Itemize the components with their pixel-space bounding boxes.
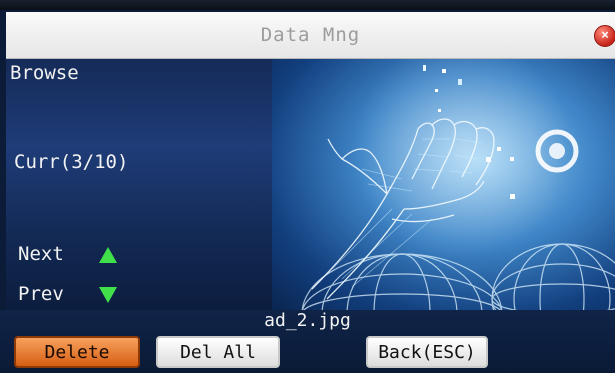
title-bar: Data Mng × (6, 12, 615, 59)
browse-heading: Browse (10, 62, 79, 84)
next-arrow-icon[interactable] (99, 247, 117, 263)
delete-button[interactable]: Delete (14, 336, 140, 368)
device-screen: Data Mng × Browse Curr(3/10) Next Prev a… (0, 0, 615, 373)
wireframe-hand-image (301, 59, 615, 310)
info-panel: Browse Curr(3/10) Next Prev (6, 59, 272, 310)
window-title: Data Mng (260, 24, 361, 46)
close-icon[interactable]: × (594, 25, 615, 47)
filename-label: ad_2.jpg (264, 310, 351, 331)
prev-label: Prev (18, 283, 64, 305)
image-preview (272, 59, 615, 310)
back-button[interactable]: Back(ESC) (366, 336, 488, 368)
next-label: Next (18, 243, 64, 265)
position-counter: Curr(3/10) (14, 151, 129, 173)
prev-arrow-icon[interactable] (99, 287, 117, 303)
delete-all-button[interactable]: Del All (156, 336, 280, 368)
top-edge (0, 0, 615, 10)
